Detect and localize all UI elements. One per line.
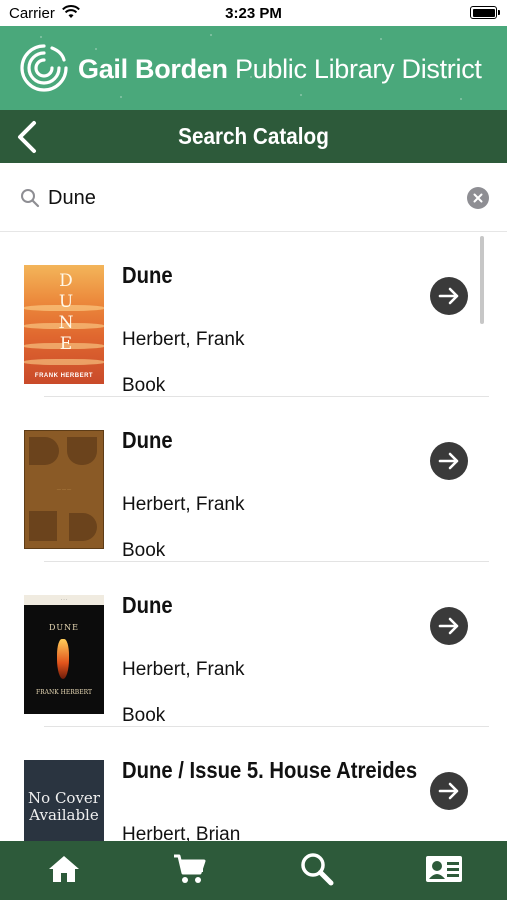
result-format: Book — [122, 705, 166, 726]
list-item[interactable]: No Cover Available Dune / Issue 5. House… — [0, 727, 507, 841]
result-author: Herbert, Frank — [122, 329, 245, 350]
cover-title-text: DUNE — [56, 271, 76, 355]
arrow-right-icon[interactable] — [430, 277, 468, 315]
result-author: Herbert, Frank — [122, 659, 245, 680]
cover-author-text: FRANK HERBERT — [34, 373, 94, 379]
result-author: Herbert, Brian — [122, 824, 241, 841]
result-title: Dune / Issue 5. House Atreides — [122, 757, 418, 783]
scrollbar[interactable] — [480, 236, 484, 324]
status-time: 3:23 PM — [225, 5, 282, 22]
search-input[interactable] — [48, 183, 448, 213]
result-title: Dune — [122, 592, 173, 618]
tab-bar — [0, 841, 507, 900]
arrow-right-icon[interactable] — [430, 607, 468, 645]
clear-circle-icon[interactable] — [467, 187, 489, 209]
cover-title-text: DUNE — [49, 623, 79, 632]
list-item[interactable]: · · · DUNE FRANK HERBERT Dune Herbert, F… — [0, 562, 507, 727]
brand-banner: Gail Borden Public Library District — [0, 26, 507, 110]
status-bar: Carrier 3:23 PM — [0, 0, 507, 26]
arrow-right-icon[interactable] — [430, 772, 468, 810]
cover-author-text: FRANK HERBERT — [36, 689, 92, 696]
book-cover-image: DUNE FRANK HERBERT — [24, 265, 104, 384]
search-icon — [20, 188, 40, 213]
result-author: Herbert, Frank — [122, 494, 245, 515]
tab-home[interactable] — [32, 847, 96, 891]
search-icon — [301, 853, 334, 886]
result-format: Book — [122, 540, 166, 561]
result-title: Dune — [122, 262, 173, 288]
result-title: Dune — [122, 427, 173, 453]
library-logo-icon — [16, 42, 72, 99]
book-cover-image: · · · DUNE FRANK HERBERT — [24, 595, 104, 714]
nav-header: Search Catalog — [0, 110, 507, 163]
battery-icon — [470, 6, 500, 19]
brand-name-bold: Gail Borden — [78, 54, 228, 84]
no-cover-text: No Cover Available — [28, 789, 100, 824]
arrow-right-icon[interactable] — [430, 442, 468, 480]
results-list[interactable]: DUNE FRANK HERBERT Dune Herbert, Frank B… — [0, 232, 507, 841]
cart-icon — [174, 854, 206, 883]
brand-name-rest: Public Library District — [234, 54, 482, 84]
library-card-icon — [426, 856, 462, 882]
brand-name: Gail Borden Public Library District — [78, 54, 482, 85]
list-item[interactable]: DUNE FRANK HERBERT Dune Herbert, Frank B… — [0, 232, 507, 397]
search-bar — [0, 163, 507, 232]
page-title: Search Catalog — [178, 123, 329, 149]
list-item[interactable]: — — — Dune Herbert, Frank Book — [0, 397, 507, 562]
book-cover-image: No Cover Available — [24, 760, 104, 841]
result-format: Book — [122, 375, 166, 396]
book-cover-image: — — — — [24, 430, 104, 549]
tab-account[interactable] — [412, 847, 476, 891]
home-icon — [49, 856, 79, 882]
tab-cart[interactable] — [158, 847, 222, 891]
tab-search[interactable] — [285, 847, 349, 891]
